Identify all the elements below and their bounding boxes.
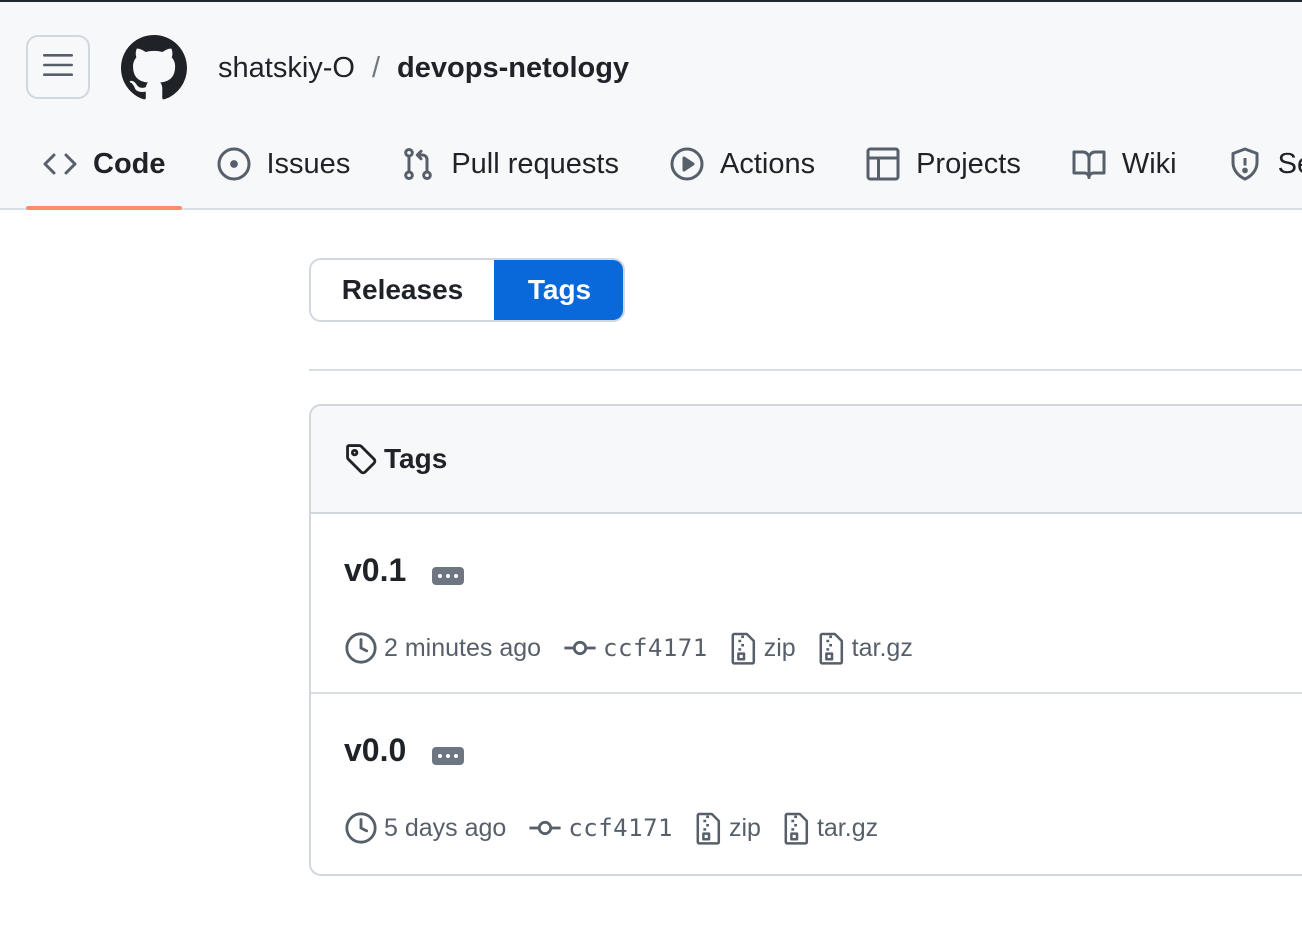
ellipsis-button[interactable]: [432, 566, 465, 585]
file-zip-icon: [783, 811, 811, 845]
tag-icon: [344, 442, 378, 476]
page: shatskiy-O / devops-netology Code Issues…: [0, 0, 1302, 944]
tab-issues[interactable]: Issues: [200, 130, 367, 198]
repo-header: shatskiy-O / devops-netology Code Issues…: [0, 0, 1302, 210]
git-commit-icon: [563, 631, 597, 665]
code-icon: [42, 146, 78, 182]
targz-download-link[interactable]: tar.gz: [818, 631, 913, 665]
releases-button[interactable]: Releases: [311, 260, 494, 320]
table-icon: [865, 146, 901, 182]
clock-icon: [344, 811, 378, 845]
repo-nav-tabs: Code Issues Pull requests Actions Projec…: [26, 130, 1302, 210]
tab-label: Projects: [916, 147, 1021, 180]
tab-actions[interactable]: Actions: [653, 130, 831, 198]
github-logo-icon[interactable]: [121, 35, 187, 101]
commit-sha: ccf4171: [568, 814, 673, 842]
breadcrumb: shatskiy-O / devops-netology: [218, 46, 629, 90]
tag-name-link[interactable]: v0.1: [344, 552, 406, 589]
tab-label: Wiki: [1121, 147, 1177, 180]
tab-label: Issues: [266, 147, 351, 180]
tags-button[interactable]: Tags: [494, 260, 623, 320]
file-zip-icon: [730, 631, 758, 665]
zip-label: zip: [763, 633, 796, 662]
ellipsis-button[interactable]: [432, 746, 465, 765]
hamburger-icon: [43, 53, 73, 82]
tags-box: Tags v0.1 2 minutes ago ccf4171 zip tar.…: [309, 404, 1302, 876]
releases-tags-switcher: Releases Tags: [309, 258, 625, 322]
book-icon: [1071, 146, 1107, 182]
tab-projects[interactable]: Projects: [849, 130, 1037, 198]
commit-link[interactable]: ccf4171: [528, 811, 673, 845]
targz-download-link[interactable]: tar.gz: [783, 811, 878, 845]
list-item: v0.1 2 minutes ago ccf4171 zip tar.gz: [311, 514, 1302, 694]
tab-label: Pull requests: [451, 147, 619, 180]
tab-label: Actions: [719, 147, 816, 180]
play-icon: [669, 146, 705, 182]
git-pull-request-icon: [400, 146, 436, 182]
tag-time-text: 5 days ago: [384, 813, 507, 842]
tab-wiki[interactable]: Wiki: [1055, 130, 1193, 198]
git-commit-icon: [528, 811, 562, 845]
tag-time: 2 minutes ago: [344, 631, 541, 665]
tab-pull-requests[interactable]: Pull requests: [384, 130, 635, 198]
list-item: v0.0 5 days ago ccf4171 zip tar.gz: [311, 694, 1302, 874]
divider: [309, 369, 1302, 371]
issue-opened-icon: [216, 146, 252, 182]
tab-security[interactable]: Se: [1211, 130, 1302, 198]
tab-label: Se: [1277, 147, 1302, 180]
breadcrumb-separator: /: [371, 51, 381, 84]
targz-label: tar.gz: [816, 813, 879, 842]
tags-box-title: Tags: [384, 443, 448, 474]
file-zip-icon: [818, 631, 846, 665]
commit-sha: ccf4171: [603, 634, 708, 662]
menu-button[interactable]: [26, 35, 90, 99]
zip-download-link[interactable]: zip: [730, 631, 796, 665]
commit-link[interactable]: ccf4171: [563, 631, 708, 665]
tag-time: 5 days ago: [344, 811, 506, 845]
targz-label: tar.gz: [851, 633, 913, 662]
repo-owner-link[interactable]: shatskiy-O: [218, 52, 355, 85]
file-zip-icon: [695, 811, 723, 845]
tab-code[interactable]: Code: [26, 130, 182, 210]
clock-icon: [344, 631, 378, 665]
tags-box-header: Tags: [311, 406, 1302, 514]
zip-label: zip: [728, 813, 761, 842]
tag-time-text: 2 minutes ago: [384, 633, 542, 662]
tab-label: Code: [93, 147, 166, 180]
tag-name-link[interactable]: v0.0: [344, 732, 406, 769]
shield-icon: [1227, 146, 1263, 182]
repo-name-link[interactable]: devops-netology: [397, 52, 629, 85]
zip-download-link[interactable]: zip: [695, 811, 761, 845]
